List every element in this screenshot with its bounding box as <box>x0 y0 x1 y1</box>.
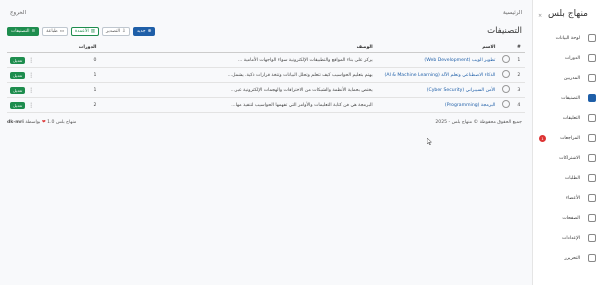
columns-button[interactable]: ▥ الأعمدة <box>70 27 100 36</box>
sidebar-item-orders[interactable]: الطلبات <box>532 168 600 188</box>
category-icon <box>501 55 510 63</box>
category-name-link[interactable]: تطوير الويب (Web Development) <box>424 58 495 63</box>
editor-icon <box>588 254 596 262</box>
orders-icon <box>588 174 596 182</box>
category-desc: البرمجة هي فن كتابة التعليمات والأوامر ا… <box>99 97 376 113</box>
toolbar: ≡ التصنيفات ▭ طباعة ▥ الأعمدة ⇩ التصدير … <box>7 27 156 36</box>
more-options-icon[interactable]: ⋮ <box>28 102 34 109</box>
dashboard-icon <box>588 34 596 42</box>
sidebar-item-reviews[interactable]: المراجعات 1 <box>532 128 600 148</box>
page-title: التصنيفات <box>487 26 522 36</box>
header-desc[interactable]: الوصف <box>99 43 376 53</box>
app-logo[interactable]: منهاج بلس <box>548 9 588 19</box>
sidebar-item-settings[interactable]: الإعدادات <box>532 228 600 248</box>
table-row: 2 الذكاء الاصطناعي وتعلم الآلة (AI & Mac… <box>7 67 525 83</box>
row-num: 4 <box>512 97 525 113</box>
credit-text: منهاج بلس 1.0 ❤ بواسطة dk-mri <box>7 120 77 125</box>
reviews-icon <box>588 134 596 142</box>
category-name-link[interactable]: البرمجة (Programming) <box>445 103 496 108</box>
close-sidebar-icon[interactable]: × <box>538 13 542 19</box>
settings-icon <box>588 234 596 242</box>
heart-icon: ❤ <box>41 120 46 125</box>
edit-button[interactable]: تعديل <box>10 56 26 64</box>
course-count: 1 <box>38 82 100 98</box>
mouse-cursor-icon <box>427 138 432 145</box>
edit-button[interactable]: تعديل <box>10 101 26 109</box>
row-num: 3 <box>512 82 525 98</box>
sidebar-item-subscriptions[interactable]: الاشتراكات <box>532 148 600 168</box>
members-icon <box>588 194 596 202</box>
course-count: 2 <box>38 97 100 113</box>
author-link[interactable]: dk-mri <box>7 120 24 125</box>
row-num: 2 <box>512 67 525 83</box>
row-num: 1 <box>512 52 525 68</box>
table-row: 4 البرمجة (Programming) البرمجة هي فن كت… <box>7 97 525 113</box>
instructors-icon <box>588 74 596 82</box>
more-options-icon[interactable]: ⋮ <box>28 87 34 94</box>
category-icon <box>501 100 510 108</box>
sidebar-item-pages[interactable]: الصفحات <box>532 208 600 228</box>
list-icon: ≡ <box>31 29 36 34</box>
category-desc: يهتم بتعليم الحواسيب كيف تتعلم وتحلل الب… <box>99 67 376 83</box>
sidebar-item-instructors[interactable]: المدربين <box>532 68 600 88</box>
breadcrumb[interactable]: الرئيسية <box>503 10 522 16</box>
edit-button[interactable]: تعديل <box>10 71 26 79</box>
sidebar: منهاج بلس × لوحة البيانات الدورات المدرب… <box>532 0 600 285</box>
edit-button[interactable]: تعديل <box>10 86 26 94</box>
sidebar-item-categories[interactable]: التصنيفات <box>532 88 600 108</box>
add-button[interactable]: ⊕ جديد <box>132 27 156 36</box>
sidebar-item-editor[interactable]: التحريرر <box>532 248 600 268</box>
table-row: 1 تطوير الويب (Web Development) يركز على… <box>7 52 525 68</box>
category-desc: يركز على بناء المواقع والتطبيقات الإلكتر… <box>99 52 376 68</box>
more-options-icon[interactable]: ⋮ <box>28 72 34 79</box>
course-count: 0 <box>38 52 100 68</box>
pages-icon <box>588 214 596 222</box>
course-count: 1 <box>38 67 100 83</box>
sidebar-item-courses[interactable]: الدورات <box>532 48 600 68</box>
copyright-text: جميع الحقوق محفوظة © منهاج بلس - 2025 <box>435 120 522 125</box>
header-count[interactable]: الدورات <box>38 43 100 53</box>
categories-icon <box>588 94 596 102</box>
print-icon: ▭ <box>59 29 64 34</box>
plus-icon: ⊕ <box>147 29 152 34</box>
print-button[interactable]: ▭ طباعة <box>42 27 68 36</box>
sidebar-item-members[interactable]: الأعضاء <box>532 188 600 208</box>
sidebar-item-comments[interactable]: التعليقات <box>532 108 600 128</box>
subscriptions-icon <box>588 154 596 162</box>
category-icon <box>501 85 510 93</box>
notification-badge: 1 <box>539 134 546 142</box>
category-name-link[interactable]: الذكاء الاصطناعي وتعلم الآلة (AI & Machi… <box>385 73 496 78</box>
sidebar-nav: لوحة البيانات الدورات المدربين التصنيفات… <box>532 28 600 268</box>
header-name[interactable]: الاسم <box>375 43 499 53</box>
categories-table: # الاسم الوصف الدورات 1 تطوير الويب (Web… <box>7 43 525 113</box>
table-row: 3 الأمن السيبراني (Cyber Security) يختص … <box>7 82 525 98</box>
header-num: # <box>512 43 525 53</box>
category-icon <box>501 70 510 78</box>
topbar: الرئيسية الخروج <box>0 0 532 26</box>
export-button[interactable]: ⇩ التصدير <box>102 27 130 36</box>
categories-button[interactable]: ≡ التصنيفات <box>7 27 40 36</box>
category-desc: يختص بحماية الأنظمة والشبكات من الاختراق… <box>99 82 376 98</box>
columns-icon: ▥ <box>90 29 96 34</box>
logout-link[interactable]: الخروج <box>10 10 26 16</box>
sidebar-item-dashboard[interactable]: لوحة البيانات <box>532 28 600 48</box>
courses-icon <box>588 54 596 62</box>
export-icon: ⇩ <box>122 29 126 34</box>
main-content: الرئيسية الخروج التصنيفات ≡ التصنيفات ▭ … <box>0 0 532 285</box>
footer: جميع الحقوق محفوظة © منهاج بلس - 2025 من… <box>7 120 522 125</box>
category-name-link[interactable]: الأمن السيبراني (Cyber Security) <box>427 88 496 93</box>
more-options-icon[interactable]: ⋮ <box>28 57 34 64</box>
comments-icon <box>588 114 596 122</box>
